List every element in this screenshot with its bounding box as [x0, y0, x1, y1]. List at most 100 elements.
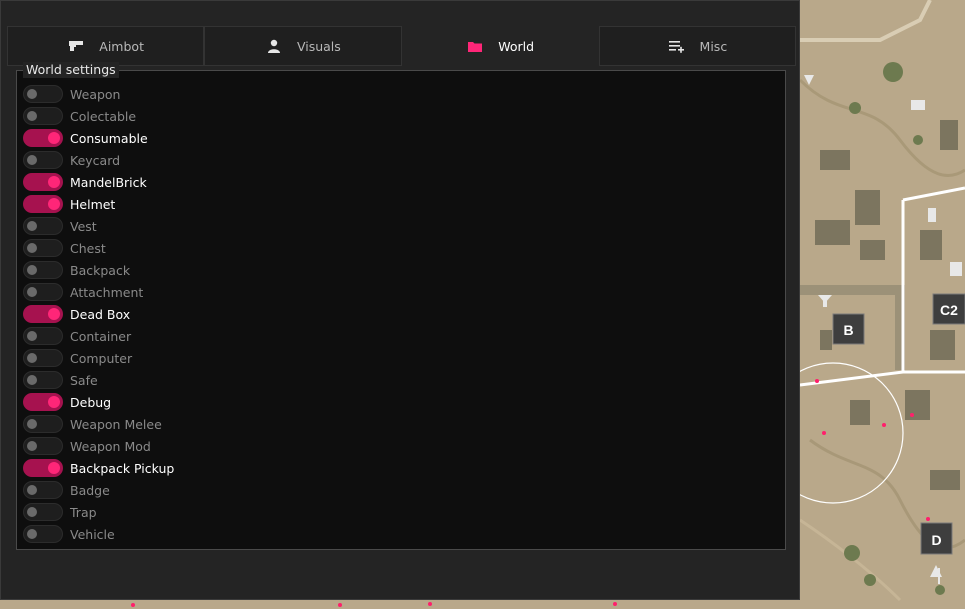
toggle-knob — [27, 331, 37, 341]
toggle-row[interactable]: Container — [23, 325, 174, 347]
toggle-knob — [27, 155, 37, 165]
toggle-row[interactable]: Vehicle — [23, 523, 174, 545]
tab-aimbot[interactable]: Aimbot — [7, 26, 205, 66]
toggle-switch[interactable] — [23, 239, 63, 257]
toggle-row[interactable]: Computer — [23, 347, 174, 369]
toggle-knob — [48, 396, 60, 408]
toggle-knob — [48, 176, 60, 188]
toggle-label: Vest — [70, 218, 97, 234]
tab-world[interactable]: World — [401, 26, 599, 66]
group-title: World settings — [23, 62, 119, 78]
toggle-label: Container — [70, 328, 132, 344]
toggle-knob — [27, 265, 37, 275]
toggle-row[interactable]: Helmet — [23, 193, 174, 215]
list-add-icon — [668, 39, 686, 53]
toggle-label: Helmet — [70, 196, 116, 212]
toggle-knob — [27, 243, 37, 253]
toggle-switch[interactable] — [23, 503, 63, 521]
toggle-knob — [27, 485, 37, 495]
toggle-switch[interactable] — [23, 217, 63, 235]
tab-visuals[interactable]: Visuals — [204, 26, 402, 66]
toggle-label: Badge — [70, 482, 110, 498]
toggle-label: Backpack — [70, 262, 131, 278]
toggle-switch[interactable] — [23, 107, 63, 125]
toggle-knob — [48, 462, 60, 474]
gun-icon — [67, 39, 85, 53]
toggle-row[interactable]: Attachment — [23, 281, 174, 303]
tab-label: Visuals — [296, 38, 341, 54]
map-marker-b: B — [832, 313, 865, 345]
toggle-row[interactable]: Dead Box — [23, 303, 174, 325]
toggle-label: Colectable — [70, 108, 137, 124]
toggle-switch[interactable] — [23, 85, 63, 103]
toggle-switch[interactable] — [23, 305, 63, 323]
toggle-label: Vehicle — [70, 526, 115, 542]
toggle-switch[interactable] — [23, 525, 63, 543]
toggle-label: Computer — [70, 350, 133, 366]
toggle-knob — [27, 221, 37, 231]
toggle-label: Dead Box — [70, 306, 131, 322]
toggle-switch[interactable] — [23, 327, 63, 345]
svg-text:C2: C2 — [940, 302, 958, 318]
toggle-switch[interactable] — [23, 415, 63, 433]
tab-bar: Aimbot Visuals World Misc — [7, 26, 796, 66]
toggle-label: Weapon — [70, 86, 121, 102]
toggle-row[interactable]: Weapon Mod — [23, 435, 174, 457]
toggle-list: Weapon Colectable Consumable Keycard MandelB… — [23, 83, 174, 545]
toggle-row[interactable]: Trap — [23, 501, 174, 523]
toggle-label: Chest — [70, 240, 106, 256]
toggle-switch[interactable] — [23, 129, 63, 147]
toggle-knob — [27, 89, 37, 99]
tab-label: World — [498, 38, 535, 54]
toggle-knob — [27, 287, 37, 297]
toggle-switch[interactable] — [23, 151, 63, 169]
toggle-switch[interactable] — [23, 261, 63, 279]
folder-icon — [466, 39, 484, 53]
toggle-switch[interactable] — [23, 393, 63, 411]
toggle-switch[interactable] — [23, 173, 63, 191]
tab-misc[interactable]: Misc — [598, 26, 796, 66]
toggle-row[interactable]: Weapon — [23, 83, 174, 105]
map-marker-d: D — [920, 522, 953, 555]
toggle-label: MandelBrick — [70, 174, 147, 190]
toggle-switch[interactable] — [23, 283, 63, 301]
toggle-row[interactable]: Colectable — [23, 105, 174, 127]
toggle-knob — [48, 198, 60, 210]
toggle-row[interactable]: Vest — [23, 215, 174, 237]
toggle-label: Keycard — [70, 152, 121, 168]
toggle-switch[interactable] — [23, 481, 63, 499]
toggle-row[interactable]: Consumable — [23, 127, 174, 149]
toggle-row[interactable]: Weapon Melee — [23, 413, 174, 435]
tab-label: Misc — [699, 38, 728, 54]
toggle-knob — [27, 529, 37, 539]
toggle-switch[interactable] — [23, 349, 63, 367]
toggle-label: Consumable — [70, 130, 148, 146]
svg-text:B: B — [843, 322, 853, 338]
toggle-row[interactable]: Safe — [23, 369, 174, 391]
map-marker-c2: C2 — [932, 293, 965, 325]
toggle-row[interactable]: Badge — [23, 479, 174, 501]
toggle-knob — [27, 507, 37, 517]
toggle-row[interactable]: Chest — [23, 237, 174, 259]
toggle-row[interactable]: Debug — [23, 391, 174, 413]
toggle-row[interactable]: Backpack — [23, 259, 174, 281]
toggle-switch[interactable] — [23, 371, 63, 389]
tab-label: Aimbot — [99, 38, 144, 54]
toggle-switch[interactable] — [23, 195, 63, 213]
svg-text:D: D — [931, 532, 941, 548]
toggle-label: Weapon Melee — [70, 416, 162, 432]
toggle-label: Safe — [70, 372, 98, 388]
toggle-knob — [48, 132, 60, 144]
toggle-knob — [27, 419, 37, 429]
toggle-knob — [48, 308, 60, 320]
toggle-knob — [27, 353, 37, 363]
toggle-row[interactable]: Backpack Pickup — [23, 457, 174, 479]
toggle-switch[interactable] — [23, 459, 63, 477]
toggle-row[interactable]: Keycard — [23, 149, 174, 171]
world-settings-group: Weapon Colectable Consumable Keycard MandelB… — [16, 70, 786, 550]
toggle-label: Backpack Pickup — [70, 460, 175, 476]
toggle-knob — [27, 111, 37, 121]
toggle-switch[interactable] — [23, 437, 63, 455]
toggle-row[interactable]: MandelBrick — [23, 171, 174, 193]
toggle-label: Debug — [70, 394, 112, 410]
